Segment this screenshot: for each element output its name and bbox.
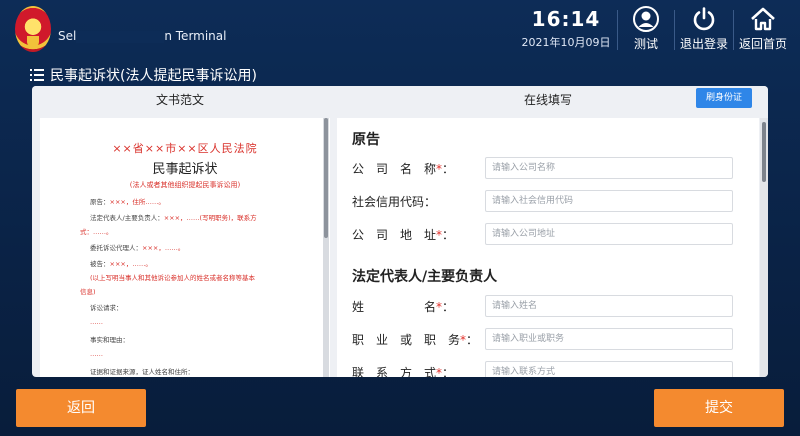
occupation-input[interactable]: 请输入职业或职务 — [485, 328, 733, 350]
logout-button[interactable]: 退出登录 — [676, 6, 732, 54]
page-title: 民事起诉状(法人提起民事诉讼用) — [30, 65, 257, 85]
doc-line: 法定代表人/主要负责人：×××，……(写明职务)，联系方 — [90, 214, 257, 222]
name-label: 姓 名*： — [352, 300, 455, 314]
doc-line: 事实和理由： — [90, 336, 129, 344]
doc-line: 式：……。 — [80, 228, 113, 236]
contact-label: 联 系 方 式*： — [352, 366, 455, 377]
name-input[interactable]: 请输入姓名 — [485, 295, 733, 317]
occupation-label: 职 业 或 职 务*： — [352, 333, 479, 347]
app-title: Sel n Terminal — [58, 29, 227, 43]
doc-title: 民事起诉状 — [152, 162, 218, 177]
tab-online-fill[interactable]: 在线填写 — [524, 91, 572, 108]
divider — [674, 10, 675, 50]
company-address-label: 公 司 地 址*： — [352, 228, 455, 242]
document-scrollbar[interactable] — [323, 118, 329, 377]
credit-code-input[interactable]: 请输入社会信用代码 — [485, 190, 733, 212]
redacted-text — [76, 30, 165, 43]
doc-line: 委托诉讼代理人：×××，……。 — [90, 244, 185, 252]
online-form: 原告 公 司 名 称*： 请输入公司名称 社会信用代码： 请输入社会信用代码 公… — [337, 118, 759, 377]
home-button-label: 返回首页 — [738, 37, 787, 51]
form-scrollbar[interactable] — [760, 118, 768, 377]
doc-line: 被告：×××，……。 — [90, 260, 152, 268]
home-button[interactable]: 返回首页 — [735, 6, 791, 54]
doc-line: …… — [90, 350, 103, 358]
doc-line: 诉讼请求： — [90, 304, 123, 312]
doc-line: 证据和证据来源，证人姓名和住所： — [90, 368, 194, 376]
home-icon — [751, 7, 775, 31]
clock-date: 2021年10月09日 — [521, 36, 611, 49]
credit-code-label: 社会信用代码： — [352, 195, 437, 209]
clock: 16:14 2021年10月09日 — [520, 7, 612, 50]
page-title-text: 民事起诉状(法人提起民事诉讼用) — [50, 68, 257, 84]
divider — [733, 10, 734, 50]
doc-line: 原告：×××，住所……。 — [90, 198, 165, 206]
tab-header: 文书范文 在线填写 刷身份证 — [32, 86, 768, 114]
court-emblem-logo — [15, 6, 51, 52]
scrollbar-thumb[interactable] — [324, 118, 328, 238]
doc-line: …… — [90, 318, 103, 326]
submit-button[interactable]: 提交 — [654, 389, 784, 427]
user-icon — [633, 6, 659, 32]
swipe-id-card-button[interactable]: 刷身份证 — [696, 88, 752, 108]
user-button[interactable]: 测试 — [618, 6, 674, 54]
scrollbar-thumb[interactable] — [762, 122, 766, 182]
company-name-input[interactable]: 请输入公司名称 — [485, 157, 733, 179]
doc-subtitle: (法人或者其他组织提起民事诉讼用) — [129, 181, 241, 189]
clock-time: 16:14 — [531, 7, 601, 31]
doc-line: (以上写明当事人和其他诉讼参加人的姓名或者名称等基本 — [90, 274, 256, 282]
contact-input[interactable]: 请输入联系方式 — [485, 361, 733, 377]
user-button-label: 测试 — [633, 37, 658, 51]
main-panel: 文书范文 在线填写 刷身份证 ××省××市××区人民法院 民事起诉状 (法人或者… — [32, 86, 768, 377]
company-name-label: 公 司 名 称*： — [352, 162, 455, 176]
section-plaintiff: 原告 — [352, 132, 380, 148]
company-address-input[interactable]: 请输入公司地址 — [485, 223, 733, 245]
list-icon — [30, 69, 44, 81]
logout-button-label: 退出登录 — [679, 37, 728, 51]
doc-line: 信息) — [80, 288, 96, 296]
tab-doc-sample[interactable]: 文书范文 — [156, 91, 204, 108]
document-sample[interactable]: ××省××市××区人民法院 民事起诉状 (法人或者其他组织提起民事诉讼用) 原告… — [40, 118, 330, 377]
power-icon — [693, 7, 715, 31]
section-legal-representative: 法定代表人/主要负责人 — [352, 269, 498, 285]
top-bar: Sel n Terminal 16:14 2021年10月09日 测试 退出登录 … — [0, 0, 800, 60]
back-button[interactable]: 返回 — [16, 389, 146, 427]
doc-court-title: ××省××市××区人民法院 — [112, 142, 258, 155]
